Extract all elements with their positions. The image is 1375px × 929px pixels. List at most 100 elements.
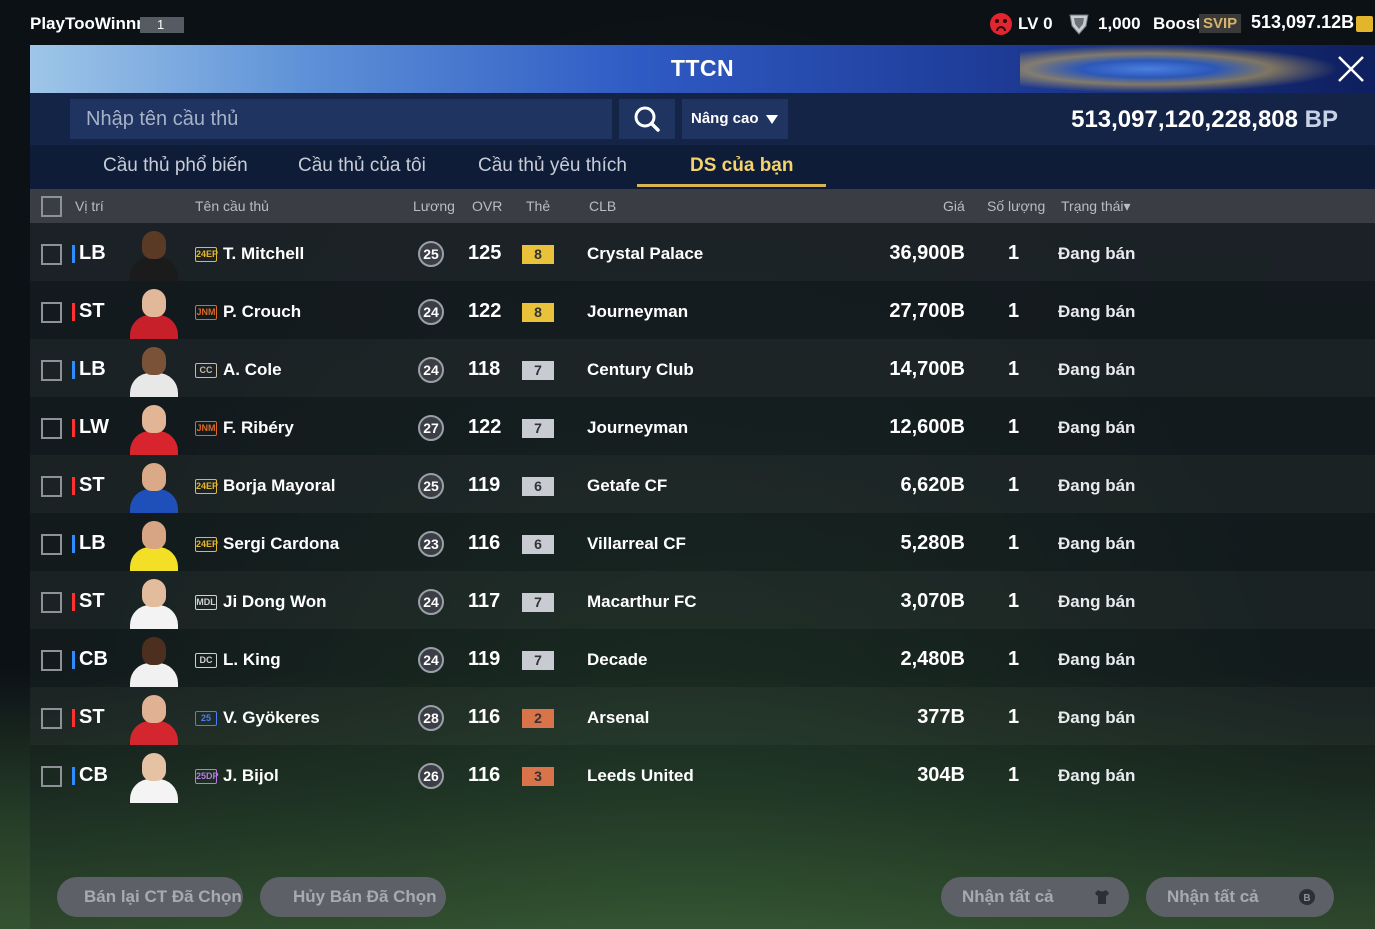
player-name: P. Crouch [223, 302, 302, 321]
position-color-bar [72, 767, 75, 785]
player-ovr: 118 [468, 358, 501, 380]
season-badge: CC [195, 363, 217, 378]
coin-count: 1,000 [1098, 14, 1141, 33]
player-name: F. Ribéry [223, 418, 294, 437]
level-display: LV 0 [990, 13, 1053, 35]
table-row[interactable]: CB DC L. King 24 119 7 Decade 2,480B 1 Đang bán [30, 629, 1375, 687]
row-checkbox[interactable] [41, 534, 62, 555]
player-avatar [126, 227, 182, 281]
sale-status: Đang bán [1058, 476, 1136, 495]
cancel-sale-selected-button[interactable]: Hủy Bán Đã Chọn [260, 877, 446, 917]
tab-popular-players[interactable]: Cầu thủ phổ biến [103, 155, 248, 177]
player-name: A. Cole [223, 360, 282, 379]
table-row[interactable]: LB 24EP Sergi Cardona 23 116 6 Villarreal CF 5,… [30, 513, 1375, 571]
row-checkbox[interactable] [41, 244, 62, 265]
player-ovr: 119 [468, 474, 501, 496]
search-button[interactable] [619, 99, 675, 139]
card-level-badge: 6 [522, 535, 554, 554]
player-ovr: 119 [468, 648, 501, 670]
player-price: 5,280B [900, 532, 966, 554]
claim-all-button-2[interactable]: Nhận tất cả B [1146, 877, 1334, 917]
close-icon[interactable] [1335, 53, 1367, 85]
player-price: 2,480B [900, 648, 966, 670]
position-color-bar [72, 361, 75, 379]
player-ovr: 122 [468, 416, 502, 438]
resell-selected-button[interactable]: Bán lại CT Đã Chọn [57, 877, 243, 917]
player-quantity: 1 [1008, 474, 1020, 496]
row-checkbox[interactable] [41, 302, 62, 323]
card-level-badge: 8 [522, 245, 554, 264]
table-row[interactable]: LB CC A. Cole 24 118 7 Century Club 14,700B 1 Đan… [30, 339, 1375, 397]
player-quantity: 1 [1008, 242, 1020, 264]
player-club: Getafe CF [587, 476, 668, 495]
tab-favorite-players[interactable]: Cầu thủ yêu thích [478, 155, 627, 177]
player-club: Journeyman [587, 302, 689, 321]
player-quantity: 1 [1008, 358, 1020, 380]
player-quantity: 1 [1008, 590, 1020, 612]
player-ovr: 116 [468, 532, 501, 554]
sale-status: Đang bán [1058, 244, 1136, 263]
level-label: LV 0 [1018, 14, 1053, 33]
sale-status: Đang bán [1058, 592, 1136, 611]
player-avatar [126, 575, 182, 629]
header-salary: Lương [413, 198, 455, 214]
card-level-badge: 7 [522, 593, 554, 612]
player-avatar [126, 285, 182, 339]
salary-badge: 27 [418, 415, 444, 441]
tab-my-players[interactable]: Cầu thủ của tôi [298, 155, 426, 177]
row-checkbox[interactable] [41, 650, 62, 671]
position-color-bar [72, 419, 75, 437]
player-club: Journeyman [587, 418, 689, 437]
player-avatar [126, 749, 182, 803]
position-color-bar [72, 535, 75, 553]
table-row[interactable]: ST MDL Ji Dong Won 24 117 7 Macarthur FC 3,070B… [30, 571, 1375, 629]
table-row[interactable]: LW JNM F. Ribéry 27 122 7 Journeyman 12,600B 1 Đa… [30, 397, 1375, 455]
player-position: ST [79, 300, 105, 322]
table-row[interactable]: ST 25 V. Gyökeres 28 116 2 Arsenal 377B 1 Đang bá… [30, 687, 1375, 745]
claim-all-button-1[interactable]: Nhận tất cả [941, 877, 1129, 917]
table-row[interactable]: CB 25DP J. Bijol 26 116 3 Leeds United 304B 1 Đan… [30, 745, 1375, 803]
season-badge: 24EP [195, 247, 218, 262]
advanced-filter-dropdown[interactable]: Nâng cao [682, 99, 788, 139]
header-club: CLB [589, 198, 617, 214]
row-checkbox[interactable] [41, 418, 62, 439]
row-checkbox[interactable] [41, 766, 62, 787]
header-card: Thẻ [526, 198, 551, 214]
row-checkbox[interactable] [41, 360, 62, 381]
header-player-name: Tên cầu thủ [195, 198, 269, 214]
player-price: 36,900B [889, 242, 965, 264]
player-avatar [126, 343, 182, 397]
row-checkbox[interactable] [41, 708, 62, 729]
player-club: Decade [587, 650, 648, 669]
card-level-badge: 8 [522, 303, 554, 322]
card-level-badge: 7 [522, 419, 554, 438]
table-row[interactable]: ST 24EP Borja Mayoral 25 119 6 Getafe CF 6,620B… [30, 455, 1375, 513]
select-all-checkbox[interactable] [41, 196, 62, 217]
title-banner: TTCN [30, 45, 1375, 93]
position-color-bar [72, 651, 75, 669]
player-position: LB [79, 532, 106, 554]
search-icon [634, 106, 660, 132]
player-ovr: 122 [468, 300, 502, 322]
row-checkbox[interactable] [41, 592, 62, 613]
bp-balance-short: 513,097.12B [1251, 12, 1355, 32]
header-status-sort[interactable]: Trạng thái▾ [1061, 198, 1131, 215]
claim-all-label-1: Nhận tất cả [962, 887, 1054, 906]
salary-badge: 24 [418, 357, 444, 383]
table-row[interactable]: ST JNM P. Crouch 24 122 8 Journeyman 27,700B 1 Đa… [30, 281, 1375, 339]
player-price: 12,600B [889, 416, 965, 438]
player-club: Leeds United [587, 766, 694, 785]
season-badge: 25DP [195, 769, 219, 784]
sale-status: Đang bán [1058, 534, 1136, 553]
player-name: Sergi Cardona [223, 534, 340, 553]
active-tab-indicator [637, 184, 826, 187]
boost-label: Boost [1153, 14, 1202, 33]
salary-badge: 24 [418, 589, 444, 615]
table-row[interactable]: LB 24EP T. Mitchell 25 125 8 Crystal Palace 36,… [30, 223, 1375, 281]
tab-your-list[interactable]: DS của bạn [690, 155, 793, 177]
row-checkbox[interactable] [41, 476, 62, 497]
search-input[interactable] [70, 99, 612, 139]
player-avatar [126, 691, 182, 745]
card-level-badge: 2 [522, 709, 554, 728]
player-name: V. Gyökeres [223, 708, 320, 727]
